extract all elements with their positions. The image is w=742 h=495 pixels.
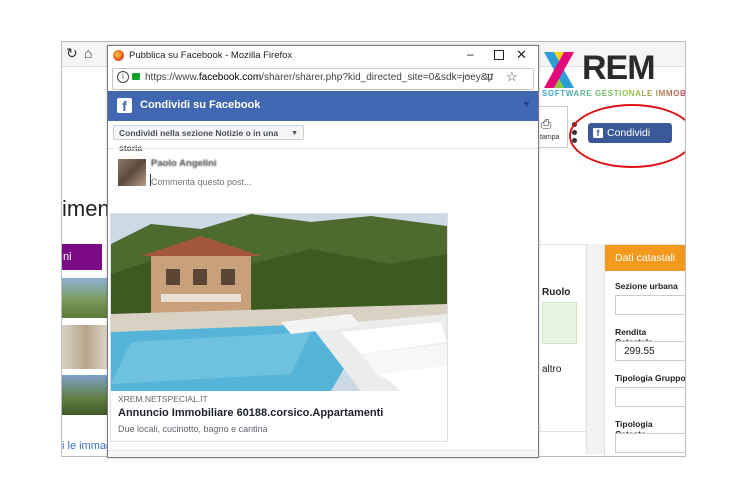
role-option: altro <box>542 364 562 375</box>
window-title: Pubblica su Facebook - Mozilla Firefox <box>129 50 293 61</box>
url-domain: facebook.com <box>198 72 262 83</box>
panel-gutter <box>586 244 605 454</box>
annotation-circle <box>569 104 685 168</box>
property-thumbnail[interactable] <box>62 278 110 318</box>
minimize-icon[interactable]: – <box>467 47 474 61</box>
cadastral-panel-title: Dati catastali <box>605 245 685 271</box>
link-domain: XREM.NETSPECIAL.IT <box>118 394 208 404</box>
property-thumbnail[interactable] <box>62 375 110 415</box>
avatar <box>118 159 146 186</box>
share-dialog-title: Condividi su Facebook <box>140 99 261 111</box>
home-icon[interactable]: ⌂ <box>84 45 92 61</box>
tipologia-gruppo-field[interactable] <box>615 387 685 407</box>
link-description: Due locali, cucinotto, bagno e cantina <box>118 424 268 434</box>
printer-icon: ⎙ <box>541 116 552 131</box>
url-text[interactable]: https://www.facebook.com/sharer/sharer.p… <box>145 72 493 83</box>
facebook-share-popup-window: Pubblica su Facebook - Mozilla Firefox –… <box>107 45 539 458</box>
user-name: Paolo Angelini <box>151 158 217 169</box>
share-destination-dropdown[interactable]: Condividi nella sezione Notizie o in una… <box>113 125 304 153</box>
xrem-logo: REM SOFTWARE GESTIONALE IMMOBILIARE <box>542 48 685 100</box>
facebook-icon: f <box>117 98 132 114</box>
section-header-purple: ni <box>62 244 102 270</box>
sezione-urbana-field[interactable] <box>615 295 685 315</box>
chevron-down-icon[interactable]: ▼ <box>522 99 531 109</box>
comment-input[interactable] <box>151 175 521 189</box>
url-bar[interactable]: i https://www.facebook.com/sharer/sharer… <box>112 68 534 90</box>
role-select-box[interactable] <box>542 302 577 344</box>
pocket-icon[interactable]: ▽ <box>485 71 493 84</box>
link-preview-card[interactable]: XREM.NETSPECIAL.IT Annuncio Immobiliare … <box>110 213 448 442</box>
logo-tagline: SOFTWARE GESTIONALE IMMOBILIARE <box>542 89 685 98</box>
logo-wordmark: REM <box>582 49 656 87</box>
url-path: /sharer/sharer.php?kid_directed_site=0&s… <box>261 72 493 83</box>
maximize-icon[interactable] <box>494 50 504 60</box>
firefox-icon <box>113 50 124 61</box>
tipologia-catasto-field[interactable] <box>615 433 685 453</box>
field-label-sezione-urbana: Sezione urbana <box>615 281 678 291</box>
property-thumbnail[interactable] <box>62 325 110 369</box>
divider <box>108 148 538 149</box>
chevron-down-icon: ▼ <box>291 130 298 137</box>
link-title: Annuncio Immobiliare 60188.corsico.Appar… <box>118 407 384 419</box>
share-destination-label: Condividi nella sezione Notizie o in una… <box>119 128 279 153</box>
page-actions-icon[interactable]: ··· <box>462 70 473 82</box>
property-photo <box>111 214 447 391</box>
cadastral-data-panel: Dati catastali Sezione urbana Rendita Ca… <box>604 244 686 456</box>
close-icon[interactable]: ✕ <box>516 47 527 63</box>
dialog-footer <box>108 450 538 457</box>
logo-x-mark <box>544 52 574 88</box>
print-button-label: tampa <box>540 134 560 141</box>
rendita-catastale-field[interactable]: 299.55 <box>615 341 685 361</box>
popup-titlebar: Pubblica su Facebook - Mozilla Firefox –… <box>108 46 538 67</box>
field-label-tipologia-gruppo: Tipologia Gruppo <box>615 373 686 383</box>
reload-icon[interactable]: ↻ <box>66 45 78 61</box>
bookmark-star-icon[interactable]: ☆ <box>506 69 518 85</box>
role-label: Ruolo <box>542 287 571 298</box>
info-icon[interactable]: i <box>117 71 129 83</box>
facebook-share-header: f Condividi su Facebook ▼ <box>108 91 538 121</box>
lock-icon[interactable] <box>132 73 140 80</box>
url-prefix: https://www. <box>145 72 199 83</box>
